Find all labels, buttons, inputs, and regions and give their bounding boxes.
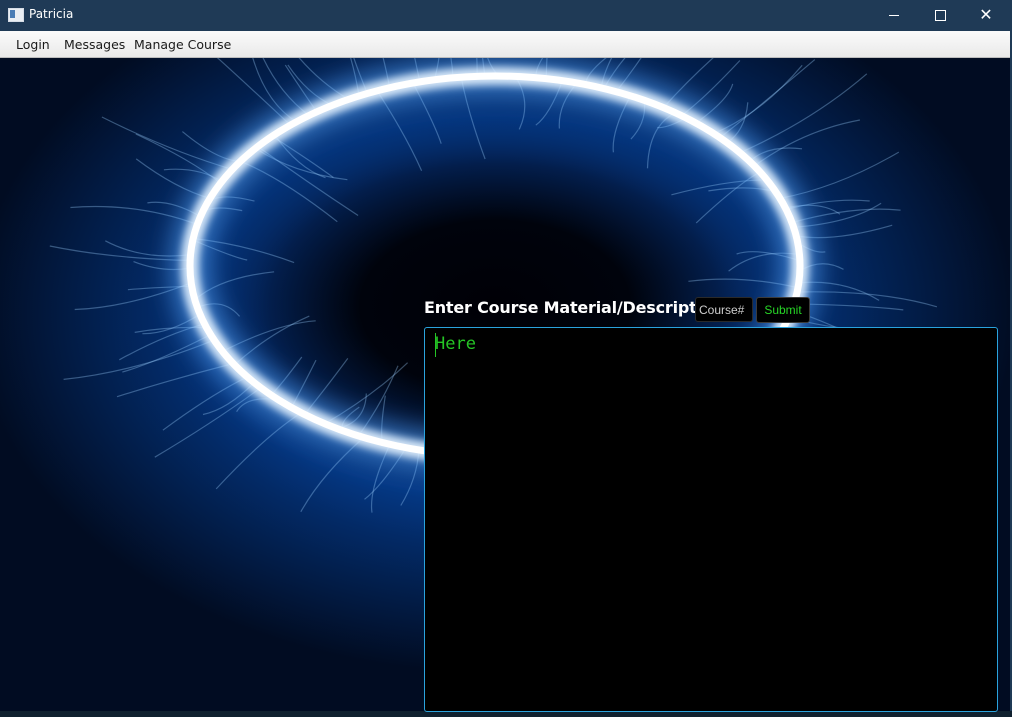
title-bar[interactable]: Patricia ✕: [0, 0, 1012, 31]
energy-ray: [739, 73, 868, 154]
menu-item-messages[interactable]: Messages: [64, 37, 125, 52]
text-cursor: [435, 333, 436, 357]
course-material-label: Enter Course Material/Description: [424, 298, 724, 317]
app-window-icon: [8, 8, 24, 22]
maximize-icon: [934, 9, 946, 21]
menu-bar: Login Messages Manage Course: [0, 31, 1010, 58]
energy-ray: [63, 339, 215, 380]
app-window: Patricia ✕ Login Messages Manage Course: [0, 0, 1012, 717]
course-material-textarea[interactable]: [424, 327, 998, 712]
menu-item-manage-course[interactable]: Manage Course: [134, 37, 231, 52]
close-button[interactable]: ✕: [963, 0, 1009, 30]
menu-item-login[interactable]: Login: [16, 37, 50, 52]
course-number-input[interactable]: [695, 297, 753, 322]
window-title: Patricia: [29, 7, 74, 21]
maximize-button[interactable]: [917, 0, 963, 30]
submit-button[interactable]: Submit: [756, 297, 810, 323]
minimize-icon: [889, 14, 899, 16]
energy-ray: [49, 245, 191, 262]
minimize-button[interactable]: [871, 0, 917, 30]
close-icon: ✕: [979, 5, 993, 24]
